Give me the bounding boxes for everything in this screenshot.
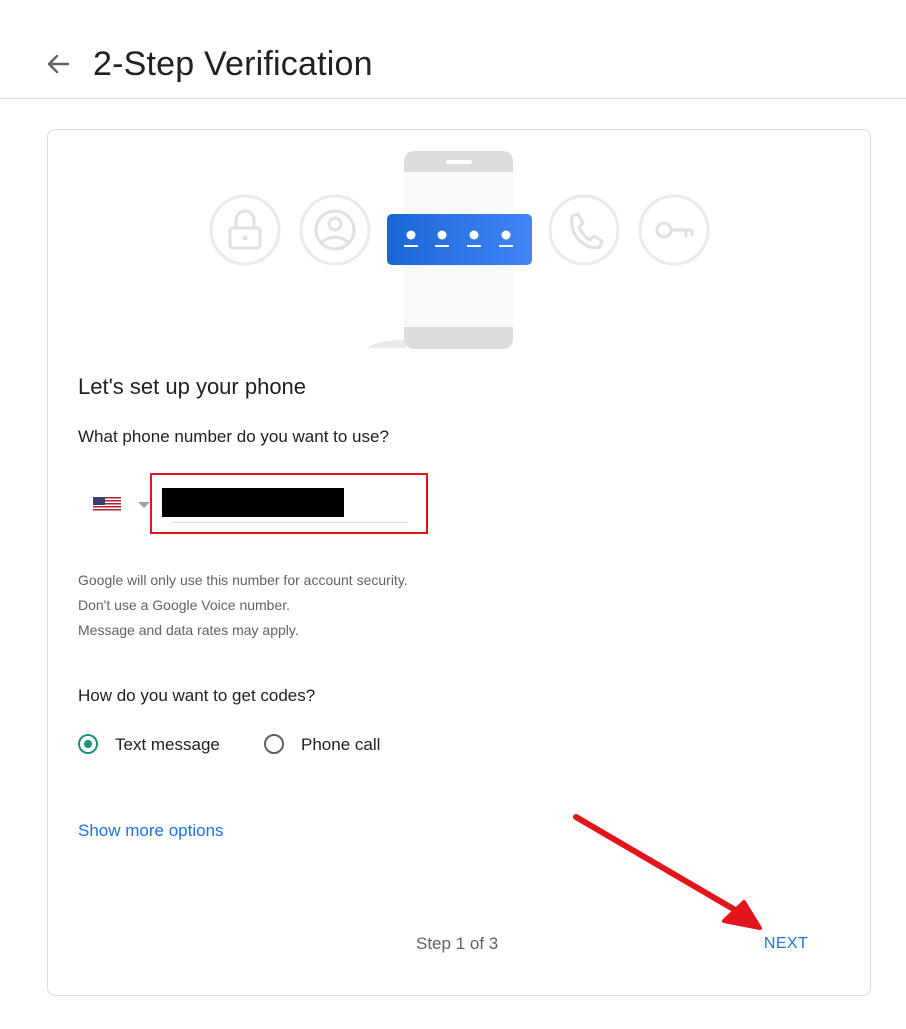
show-more-options-link[interactable]: Show more options: [78, 819, 224, 843]
account-circle-icon: [299, 194, 371, 266]
rates-note: Message and data rates may apply.: [78, 622, 299, 638]
password-dots-icon: [387, 214, 532, 265]
codes-question: How do you want to get codes?: [78, 686, 316, 705]
security-note: Google will only use this number for acc…: [78, 572, 408, 588]
country-selector[interactable]: [90, 490, 156, 520]
caret-down-icon: [138, 502, 150, 508]
radio-unchecked-icon: [264, 734, 284, 754]
phone-question: What phone number do you want to use?: [78, 427, 389, 446]
step-indicator: Step 1 of 3: [416, 934, 499, 953]
key-icon: [638, 194, 710, 266]
redaction-block: [162, 488, 344, 517]
next-button[interactable]: NEXT: [750, 924, 822, 964]
verification-illustration: [209, 151, 710, 349]
phone-icon: [548, 194, 620, 266]
radio-checked-icon: [78, 734, 98, 754]
voice-note: Don't use a Google Voice number.: [78, 597, 291, 613]
phone-call-label: Phone call: [301, 735, 381, 754]
lock-icon: [209, 194, 281, 266]
text-message-label: Text message: [115, 735, 220, 754]
us-flag-icon: [93, 497, 121, 512]
setup-heading: Let's set up your phone: [78, 374, 307, 399]
